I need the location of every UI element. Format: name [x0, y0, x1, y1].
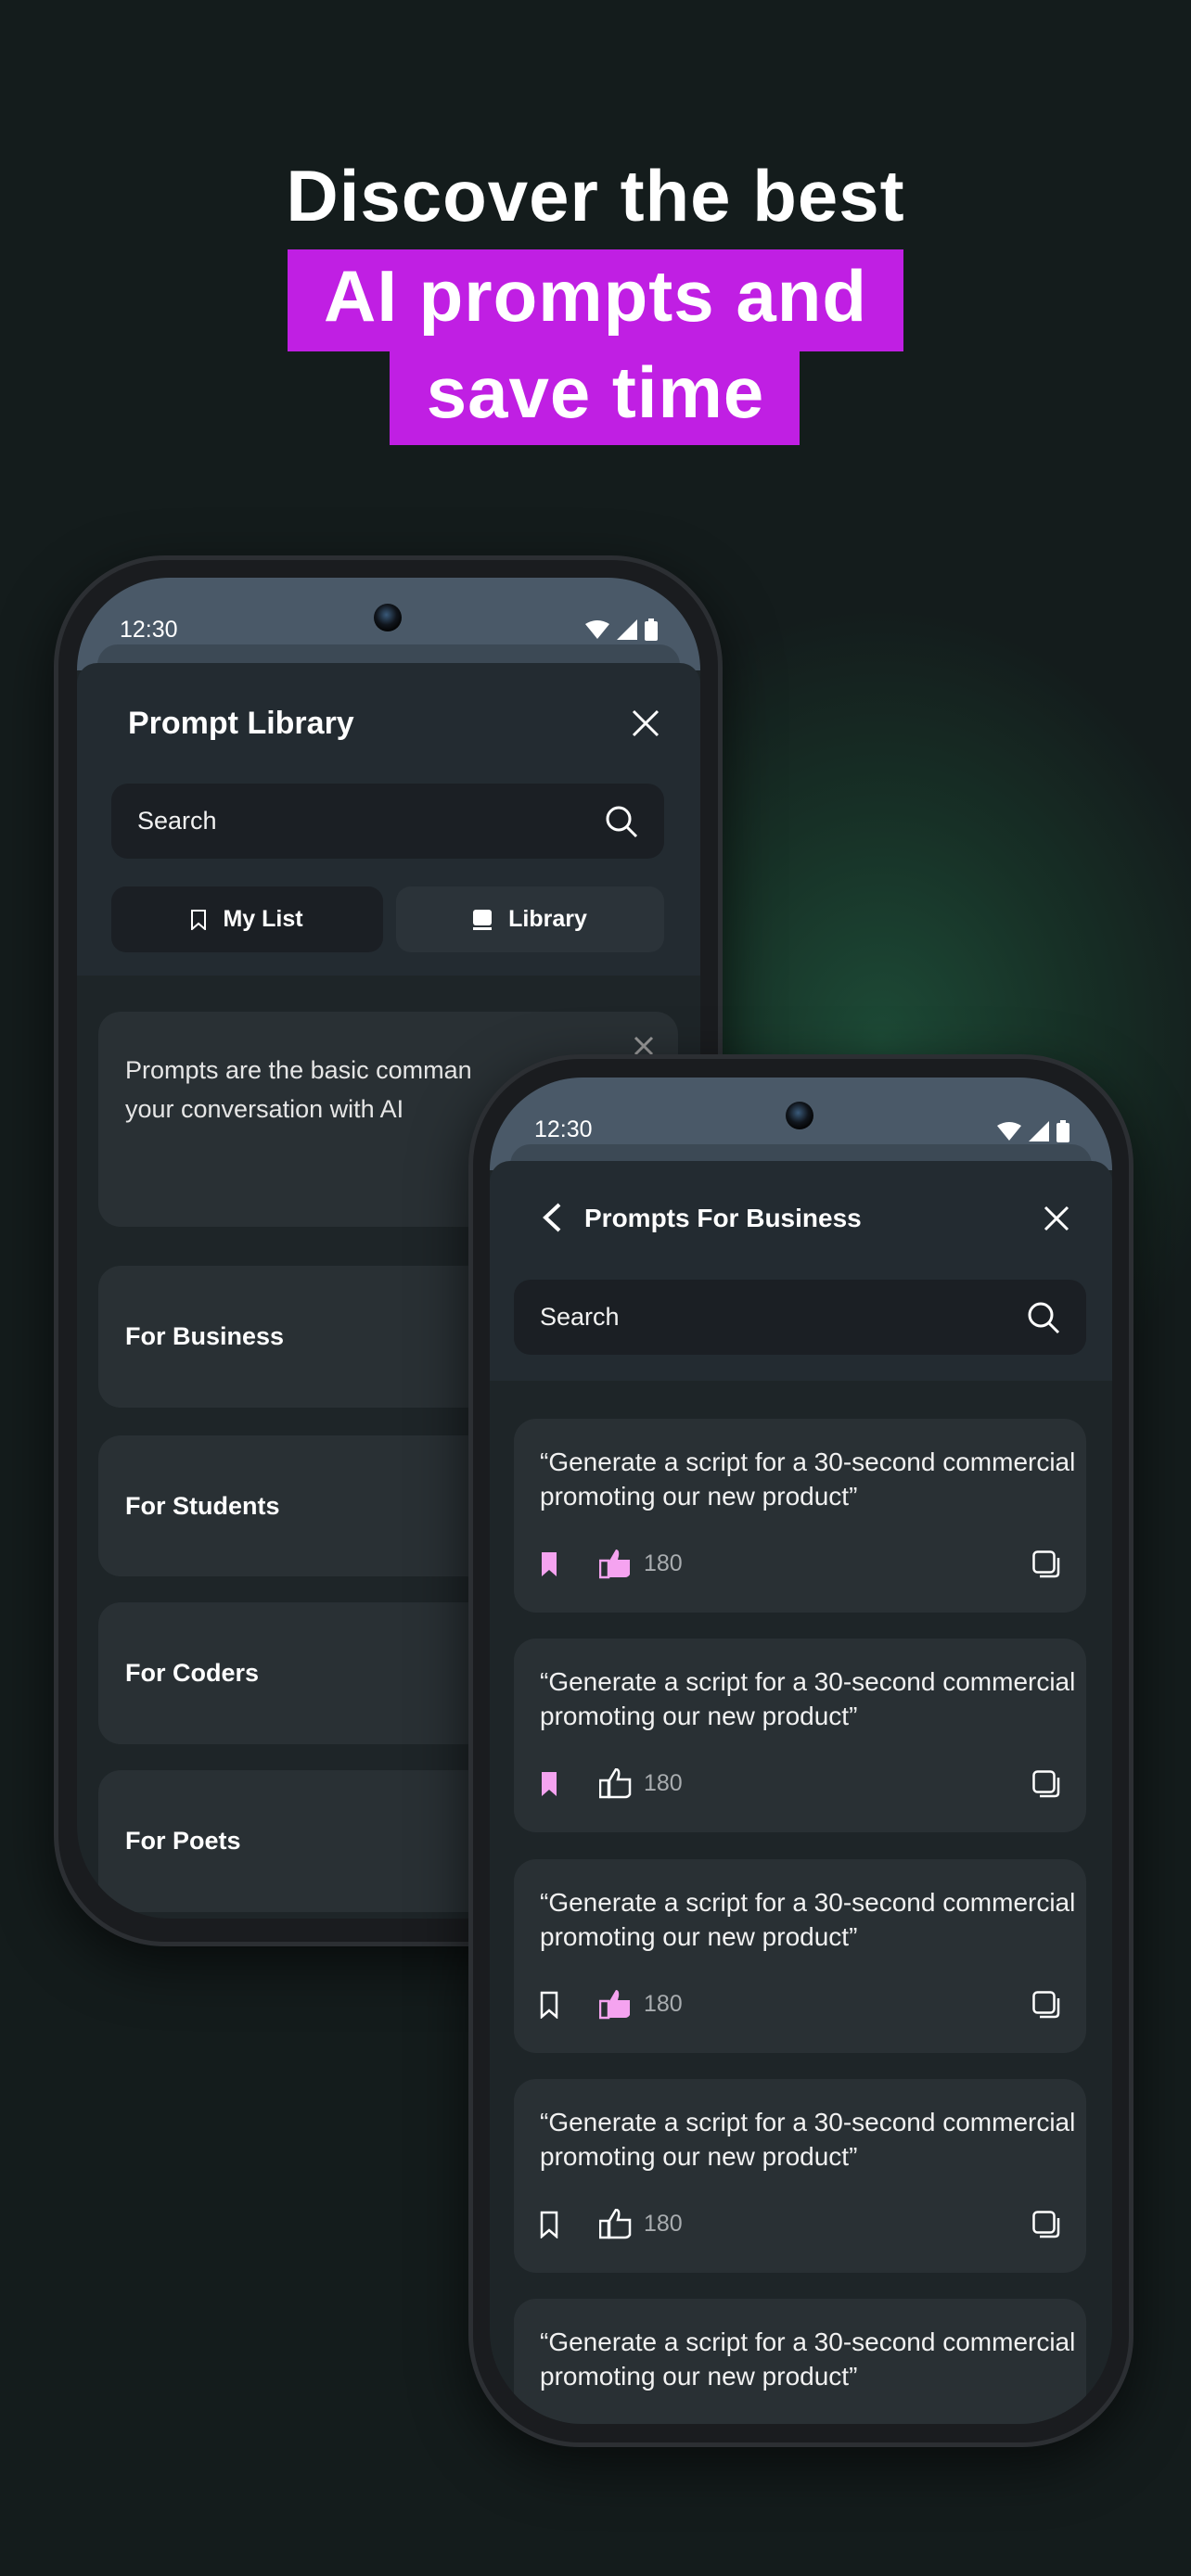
prompt-card[interactable]: “Generate a script for a 30-second comme…	[514, 1639, 1086, 1832]
battery-icon	[1057, 1120, 1069, 1142]
info-text: Prompts are the basic comman your conver…	[125, 1056, 472, 1123]
bookmark-icon[interactable]	[540, 1550, 558, 1578]
thumbs-up-icon[interactable]	[599, 1989, 633, 2020]
like-count: 180	[644, 1991, 683, 2017]
battery-icon	[645, 618, 658, 641]
thumbs-up-icon[interactable]	[599, 2209, 633, 2239]
prompt-text: “Generate a script for a 30-second comme…	[540, 2327, 1076, 2391]
prompt-text: “Generate a script for a 30-second comme…	[540, 1888, 1076, 1951]
prompt-card[interactable]: “Generate a script for a 30-second comme…	[514, 2299, 1086, 2424]
dismiss-icon[interactable]	[634, 1036, 654, 1056]
page-title: Prompts For Business	[584, 1204, 862, 1232]
page-title: Prompt Library	[128, 706, 354, 741]
business-header: Prompts For Business Search	[490, 1161, 1112, 1381]
close-icon[interactable]	[632, 709, 660, 737]
phone-right-screen: 12:30 Prompts For Business Search “Gener…	[490, 1078, 1112, 2424]
bookmark-icon[interactable]	[540, 1770, 558, 1798]
prompt-library-header: Prompt Library Search My List Library	[77, 663, 700, 976]
headline-line-1: Discover the best	[286, 155, 905, 236]
like-count: 180	[644, 1770, 683, 1796]
wifi-icon	[585, 620, 609, 639]
bookmark-icon[interactable]	[540, 1991, 558, 2019]
back-icon[interactable]	[542, 1202, 562, 1233]
prompt-card[interactable]: “Generate a script for a 30-second comme…	[514, 2079, 1086, 2273]
like-count: 180	[644, 1550, 683, 1576]
search-icon	[1028, 1302, 1060, 1333]
thumbs-up-icon[interactable]	[599, 1768, 633, 1799]
book-icon	[473, 909, 493, 930]
copy-icon[interactable]	[1032, 1990, 1060, 2019]
headline-line-2: AI prompts and	[323, 255, 867, 337]
prompt-text: “Generate a script for a 30-second comme…	[540, 1667, 1076, 1730]
wifi-icon	[997, 1122, 1021, 1141]
thumbs-up-icon[interactable]	[599, 1549, 633, 1579]
copy-icon[interactable]	[1032, 1549, 1060, 1578]
prompt-card[interactable]: “Generate a script for a 30-second comme…	[514, 1859, 1086, 2053]
search-input[interactable]: Search	[514, 1280, 1086, 1355]
prompt-card[interactable]: “Generate a script for a 30-second comme…	[514, 1419, 1086, 1613]
prompt-text: “Generate a script for a 30-second comme…	[540, 2108, 1076, 2171]
tab-my-list[interactable]: My List	[111, 886, 383, 952]
copy-icon[interactable]	[1032, 1769, 1060, 1798]
camera	[786, 1102, 813, 1129]
search-icon	[606, 806, 638, 837]
camera	[374, 604, 402, 631]
tab-library[interactable]: Library	[396, 886, 664, 952]
status-time: 12:30	[534, 1116, 593, 1142]
signal-icon	[1029, 1121, 1049, 1141]
status-time: 12:30	[120, 617, 178, 643]
close-icon[interactable]	[1044, 1205, 1069, 1231]
like-count: 180	[644, 2211, 683, 2237]
signal-icon	[617, 619, 637, 640]
copy-icon[interactable]	[1032, 2210, 1060, 2238]
bookmark-icon	[191, 909, 207, 930]
bookmark-icon[interactable]	[540, 2211, 558, 2238]
search-input[interactable]: Search	[111, 784, 664, 859]
prompt-text: “Generate a script for a 30-second comme…	[540, 1447, 1076, 1511]
headline-line-3: save time	[426, 351, 765, 433]
